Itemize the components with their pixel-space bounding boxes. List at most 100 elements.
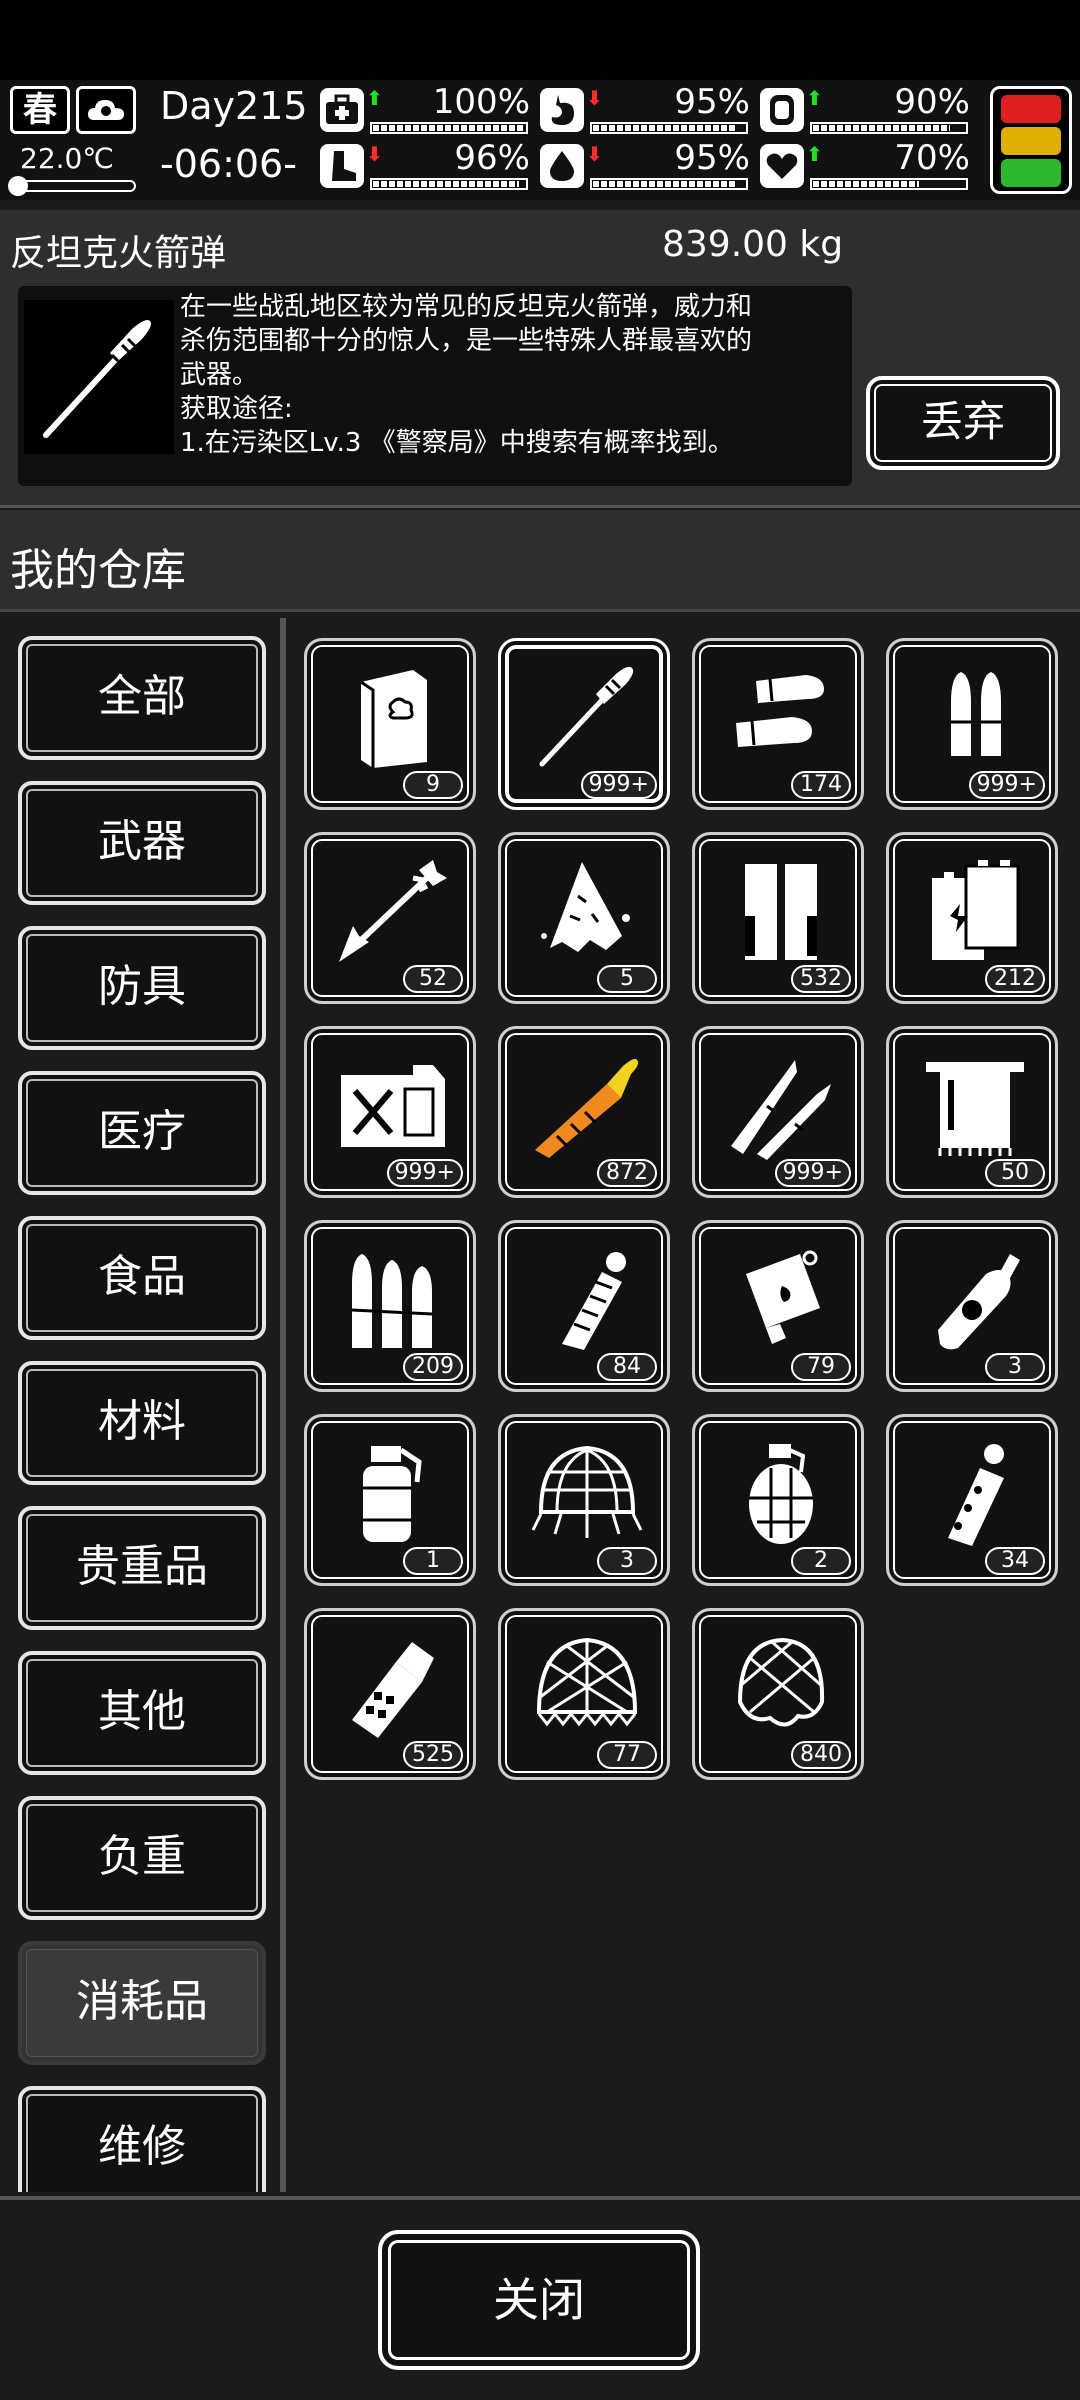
incendiary-grenade-icon xyxy=(717,1237,845,1361)
category-medical[interactable]: 医疗 xyxy=(18,1071,266,1195)
trend-down-icon: ⬇ xyxy=(586,86,603,110)
alert-green xyxy=(1001,159,1061,187)
category-list[interactable]: 全部 武器 防具 医疗 食品 材料 贵重品 其他 负重 消耗品 维修 xyxy=(4,618,280,2192)
stat-mood: ⬆ 70% xyxy=(760,138,970,192)
category-materials[interactable]: 材料 xyxy=(18,1361,266,1485)
item-slot[interactable]: 212 xyxy=(886,832,1058,1004)
fuel-can-icon xyxy=(329,1043,457,1167)
rocket-icon xyxy=(523,655,651,779)
stat-stamina: ⬇ 96% xyxy=(320,138,530,192)
frag-grenade-icon xyxy=(717,1431,845,1555)
item-detail-panel: 反坦克火箭弹 839.00 kg 在一些战乱地区较为常见的反坦克火箭弹，威力和 … xyxy=(0,210,1080,508)
gas-canister-icon xyxy=(911,1237,1039,1361)
battery-icon xyxy=(911,849,1039,973)
vest-icon xyxy=(760,88,804,132)
net-icon xyxy=(523,1625,651,1749)
weather-icon xyxy=(76,86,136,134)
item-slot[interactable]: 9 xyxy=(304,638,476,810)
item-slot[interactable]: 5 xyxy=(498,832,670,1004)
category-consumables[interactable]: 消耗品 xyxy=(18,1941,266,2065)
game-screen: 春 22.0℃ Day215 -06:06- ⬆ 100% ⬇ 95% ⬆ 90… xyxy=(0,0,1080,2400)
item-slot[interactable]: 3 xyxy=(498,1414,670,1586)
item-slot[interactable]: 209 xyxy=(304,1220,476,1392)
flashbang-icon xyxy=(911,1431,1039,1555)
rifle-rounds-icon xyxy=(717,1043,845,1167)
shotgun-shells-icon xyxy=(717,655,845,779)
rocket-icon xyxy=(24,300,174,454)
day-counter: Day215 xyxy=(160,84,308,128)
mood-fill xyxy=(813,181,920,187)
item-name: 反坦克火箭弹 xyxy=(10,233,227,274)
discard-button[interactable]: 丢弃 xyxy=(866,376,1060,470)
item-slot[interactable]: 34 xyxy=(886,1414,1058,1586)
trend-up-icon: ⬆ xyxy=(366,86,383,110)
towel-icon xyxy=(911,1043,1039,1167)
hunger-fill xyxy=(593,125,738,131)
hud: 春 22.0℃ Day215 -06:06- ⬆ 100% ⬇ 95% ⬆ 90… xyxy=(0,80,1080,200)
close-button[interactable]: 关闭 xyxy=(378,2230,700,2370)
book-icon xyxy=(329,655,457,779)
warehouse-header: 我的仓库 xyxy=(0,510,1080,612)
alert-lights[interactable] xyxy=(990,86,1072,194)
boot-icon xyxy=(320,144,364,188)
item-slot[interactable]: 872 xyxy=(498,1026,670,1198)
shard-icon xyxy=(523,849,651,973)
stamina-fill xyxy=(373,181,519,187)
item-description-box: 在一些战乱地区较为常见的反坦克火箭弹，威力和 杀伤范围都十分的惊人，是一些特殊人… xyxy=(18,286,852,486)
magazine-icon xyxy=(717,849,845,973)
stat-hunger: ⬇ 95% xyxy=(540,82,750,136)
alert-red xyxy=(1001,95,1061,123)
footer: 关闭 xyxy=(0,2196,1080,2400)
stat-thirst: ⬇ 95% xyxy=(540,138,750,192)
stat-armor: ⬆ 90% xyxy=(760,82,970,136)
warehouse-title: 我的仓库 xyxy=(10,545,186,596)
item-slot[interactable]: 50 xyxy=(886,1026,1058,1198)
item-slot[interactable]: 1 xyxy=(304,1414,476,1586)
item-slot[interactable]: 77 xyxy=(498,1608,670,1780)
item-slot[interactable]: 525 xyxy=(304,1608,476,1780)
temperature: 22.0℃ xyxy=(20,142,114,175)
arrow-icon xyxy=(329,849,457,973)
item-slot-selected[interactable]: 999+ xyxy=(498,638,670,810)
divider xyxy=(280,618,286,2192)
water-drop-icon xyxy=(540,144,584,188)
item-slot[interactable]: 52 xyxy=(304,832,476,1004)
category-repair[interactable]: 维修 xyxy=(18,2086,266,2192)
heart-icon xyxy=(760,144,804,188)
trend-up-icon: ⬆ xyxy=(806,142,823,166)
item-slot[interactable]: 999+ xyxy=(692,1026,864,1198)
item-grid: 9 999+ 174 999+ 52 5 532 212 999+ 872 99… xyxy=(290,618,1076,2192)
ammo-belt-icon xyxy=(329,1237,457,1361)
stick-grenade-icon xyxy=(523,1237,651,1361)
item-slot[interactable]: 532 xyxy=(692,832,864,1004)
orange-shell-icon xyxy=(523,1043,651,1167)
health-fill xyxy=(373,125,525,131)
category-food[interactable]: 食品 xyxy=(18,1216,266,1340)
category-all[interactable]: 全部 xyxy=(18,636,266,760)
grenade-canister-icon xyxy=(329,1625,457,1749)
category-load[interactable]: 负重 xyxy=(18,1796,266,1920)
smoke-grenade-icon xyxy=(329,1431,457,1555)
item-description: 在一些战乱地区较为常见的反坦克火箭弹，威力和 杀伤范围都十分的惊人，是一些特殊人… xyxy=(180,292,753,458)
trend-up-icon: ⬆ xyxy=(806,86,823,110)
item-slot[interactable]: 84 xyxy=(498,1220,670,1392)
thirst-fill xyxy=(593,181,738,187)
category-valuables[interactable]: 贵重品 xyxy=(18,1506,266,1630)
net-bag-icon xyxy=(717,1625,845,1749)
item-slot[interactable]: 840 xyxy=(692,1608,864,1780)
item-slot[interactable]: 999+ xyxy=(886,638,1058,810)
net-trap-icon xyxy=(523,1431,651,1555)
item-slot[interactable]: 174 xyxy=(692,638,864,810)
item-slot[interactable]: 3 xyxy=(886,1220,1058,1392)
alert-yellow xyxy=(1001,127,1061,155)
category-other[interactable]: 其他 xyxy=(18,1651,266,1775)
stat-health: ⬆ 100% xyxy=(320,82,530,136)
item-slot[interactable]: 999+ xyxy=(304,1026,476,1198)
item-weight: 839.00 kg xyxy=(662,224,844,265)
category-armor[interactable]: 防具 xyxy=(18,926,266,1050)
category-weapons[interactable]: 武器 xyxy=(18,781,266,905)
item-slot[interactable]: 2 xyxy=(692,1414,864,1586)
item-slot[interactable]: 79 xyxy=(692,1220,864,1392)
pistol-bullets-icon xyxy=(911,655,1039,779)
temperature-bar xyxy=(8,176,136,196)
